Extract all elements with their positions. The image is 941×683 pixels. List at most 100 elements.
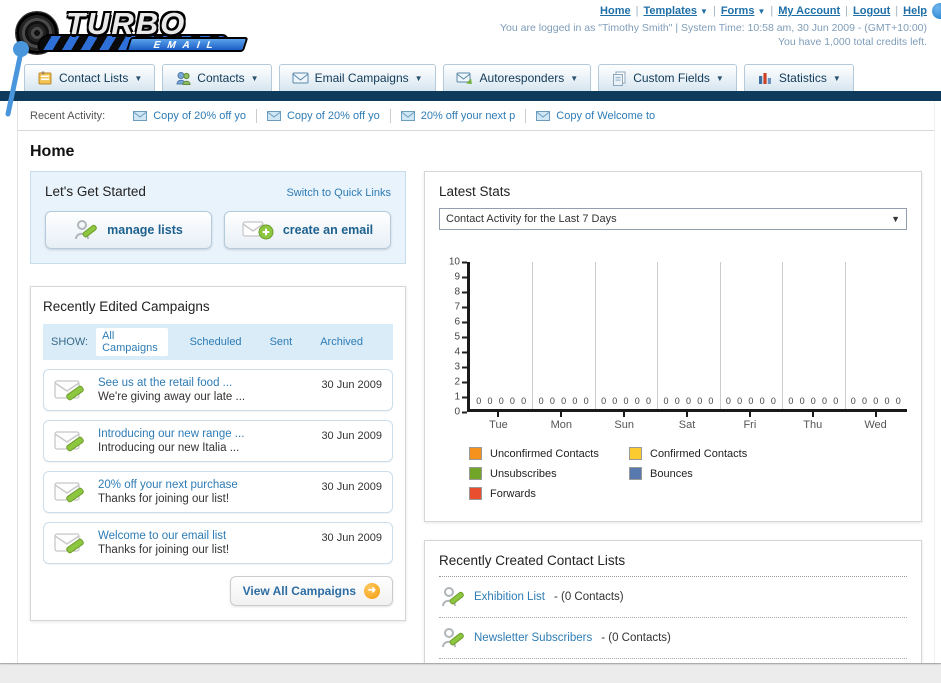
get-started-panel: Let's Get Started Switch to Quick Links … [30, 171, 406, 264]
y-axis-tick: 5 [454, 332, 467, 343]
people-icon [176, 72, 191, 85]
filter-scheduled[interactable]: Scheduled [184, 334, 248, 350]
value-label: 0 [538, 396, 544, 406]
campaign-title-link[interactable]: See us at the retail food ... [98, 377, 313, 389]
view-all-campaigns-button[interactable]: View All Campaigns ➜ [229, 576, 393, 606]
nav-link-templates[interactable]: Templates [643, 5, 697, 17]
gridline [594, 262, 596, 409]
recent-activity-link[interactable]: Copy of 20% off yo [123, 108, 257, 123]
tab-label: Contact Lists [59, 71, 129, 85]
contact-list-link[interactable]: Exhibition List [474, 591, 545, 603]
chart-y-axis: 10 9 8 7 6 5 4 3 2 1 0 [439, 257, 467, 418]
nav-link-forms[interactable]: Forms [721, 5, 755, 17]
campaign-date: 30 Jun 2009 [321, 430, 382, 442]
recent-activity-link[interactable]: Copy of 20% off yo [257, 108, 391, 123]
button-label: manage lists [107, 223, 183, 237]
value-label-group: 00000 [845, 396, 907, 406]
campaign-title-link[interactable]: 20% off your next purchase [98, 479, 313, 491]
value-label: 0 [759, 396, 765, 406]
envelope-icon [400, 110, 415, 121]
arrow-right-icon: ➜ [364, 583, 380, 599]
tab-custom-fields[interactable]: Custom Fields ▼ [598, 64, 737, 91]
value-label-group: 00000 [595, 396, 657, 406]
x-axis-label: Mon [530, 412, 593, 431]
corner-dot-decoration [932, 3, 941, 19]
value-label: 0 [612, 396, 618, 406]
value-label-group: 00000 [657, 396, 719, 406]
chevron-down-icon: ▼ [134, 73, 143, 83]
campaign-row[interactable]: See us at the retail food ... We're givi… [43, 369, 393, 411]
nav-link-help[interactable]: Help [903, 5, 927, 17]
legend-swatch-unconfirmed [469, 447, 482, 460]
envelope-icon [133, 110, 148, 121]
legend-label: Unsubscribes [490, 467, 557, 480]
campaign-subtitle: Thanks for joining our list! [98, 493, 230, 505]
campaign-row[interactable]: Welcome to our email list Thanks for joi… [43, 522, 393, 564]
tab-label: Statistics [778, 71, 827, 85]
filter-all-campaigns[interactable]: All Campaigns [96, 328, 168, 356]
value-label: 0 [725, 396, 731, 406]
nav-separator: | [845, 5, 849, 17]
contact-activity-chart: 10 9 8 7 6 5 4 3 2 1 0 000000000000000000000000000… [439, 257, 907, 418]
recent-activity-link[interactable]: Copy of Welcome to [526, 109, 665, 123]
top-nav: Home | Templates ▼ | Forms ▼ | My Account | Logout… [500, 5, 927, 17]
value-label: 0 [810, 396, 816, 406]
y-axis-tick: 4 [454, 347, 467, 358]
legend-label: Bounces [650, 467, 693, 480]
campaign-row[interactable]: 20% off your next purchase Thanks for jo… [43, 471, 393, 513]
value-label: 0 [895, 396, 901, 406]
login-status-text: You are logged in as "Timothy Smith" | S… [500, 22, 927, 34]
campaign-title-link[interactable]: Introducing our new range ... [98, 428, 313, 440]
y-axis-tick: 7 [454, 302, 467, 313]
nav-link-my-account[interactable]: My Account [778, 5, 840, 17]
x-axis-label: Sun [593, 412, 656, 431]
tab-label: Autoresponders [479, 71, 565, 85]
campaign-row[interactable]: Introducing our new range ... Introducin… [43, 420, 393, 462]
y-axis-tick: 10 [449, 257, 467, 268]
navy-divider-bar [0, 91, 941, 101]
tab-autoresponders[interactable]: Autoresponders ▼ [442, 64, 592, 91]
filter-sent[interactable]: Sent [264, 334, 299, 350]
legend-swatch-bounces [629, 467, 642, 480]
value-label: 0 [583, 396, 589, 406]
y-axis-tick: 1 [454, 392, 467, 403]
nav-separator: | [712, 5, 716, 17]
contact-list-row[interactable]: Exhibition List - (0 Contacts) [439, 577, 907, 618]
turbo-email-logo[interactable]: TURBO EMAIL [8, 4, 258, 60]
contact-list-link[interactable]: Newsletter Subscribers [474, 632, 592, 644]
tab-contact-lists[interactable]: Contact Lists ▼ [24, 64, 156, 91]
campaign-subtitle: Thanks for joining our list! [98, 544, 230, 556]
manage-lists-button[interactable]: manage lists [45, 211, 212, 249]
value-label: 0 [697, 396, 703, 406]
stats-period-select[interactable]: Contact Activity for the Last 7 Days ▼ [439, 208, 907, 230]
x-axis-label: Sat [656, 412, 719, 431]
value-label: 0 [476, 396, 482, 406]
recent-activity-link[interactable]: 20% off your next p [391, 108, 527, 123]
nav-link-logout[interactable]: Logout [853, 5, 890, 17]
value-label: 0 [601, 396, 607, 406]
button-label: View All Campaigns [242, 584, 356, 598]
switch-to-quick-links[interactable]: Switch to Quick Links [286, 187, 391, 199]
campaign-date: 30 Jun 2009 [321, 532, 382, 544]
contact-list-row[interactable]: Newsletter Subscribers - (0 Contacts) [439, 618, 907, 659]
value-label: 0 [833, 396, 839, 406]
filter-archived[interactable]: Archived [314, 334, 369, 350]
tab-email-campaigns[interactable]: Email Campaigns ▼ [278, 64, 436, 91]
value-label: 0 [623, 396, 629, 406]
value-label: 0 [884, 396, 890, 406]
header: TURBO EMAIL Home | Templates ▼ | Forms ▼ | My Ac… [0, 0, 941, 117]
chevron-down-icon: ▼ [570, 73, 579, 83]
envelope-icon [292, 72, 309, 84]
tab-statistics[interactable]: Statistics ▼ [743, 64, 854, 91]
y-axis-tick: 2 [454, 377, 467, 388]
person-pencil-icon [75, 220, 97, 240]
envelope-pencil-icon [54, 533, 84, 554]
nav-link-home[interactable]: Home [600, 5, 631, 17]
tab-contacts[interactable]: Contacts ▼ [162, 64, 272, 91]
campaign-title-link[interactable]: Welcome to our email list [98, 530, 313, 542]
value-label: 0 [873, 396, 879, 406]
create-an-email-button[interactable]: create an email [224, 211, 391, 249]
nav-separator: | [770, 5, 774, 17]
recently-created-contact-lists-panel: Recently Created Contact Lists Exhibitio… [424, 540, 922, 663]
value-label: 0 [674, 396, 680, 406]
